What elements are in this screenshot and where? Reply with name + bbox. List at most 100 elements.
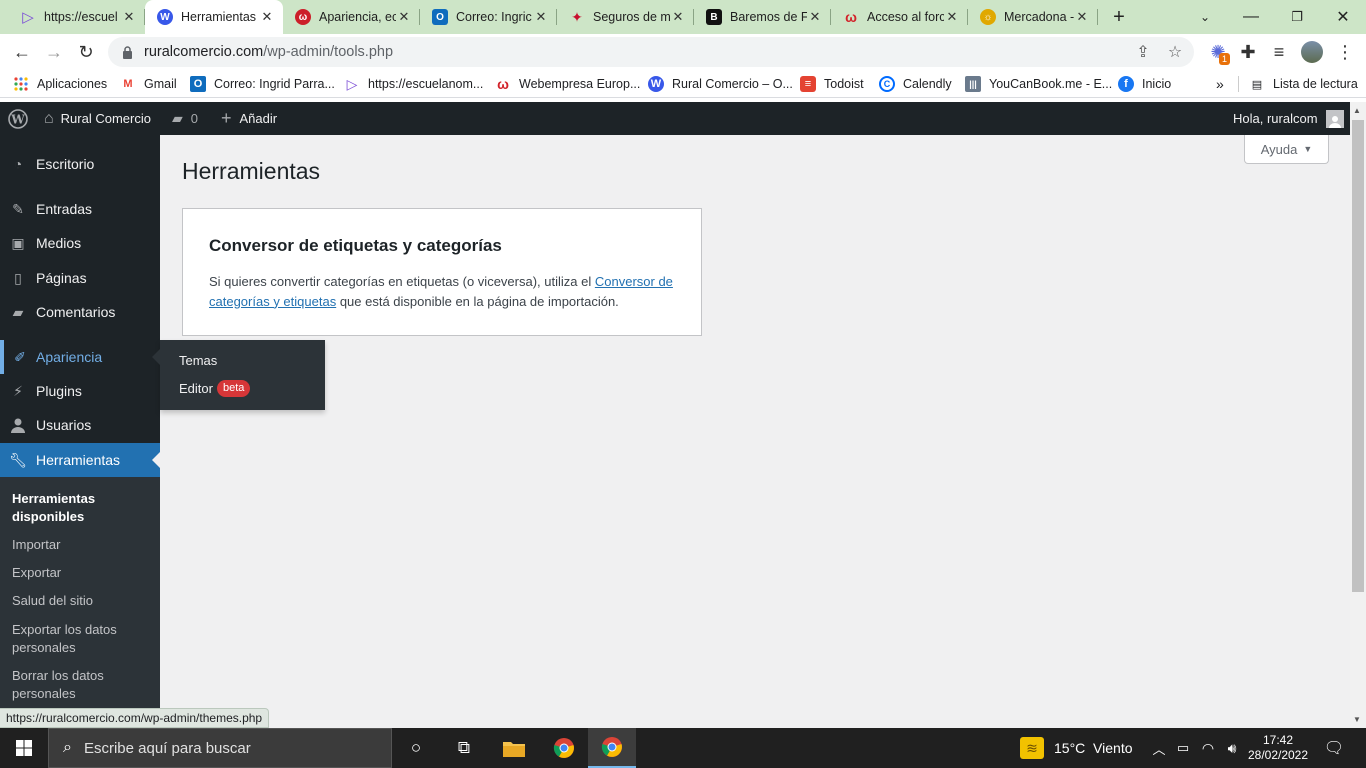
submenu-borrar-datos[interactable]: Borrar los datos personales [12,667,132,703]
flyout-temas[interactable]: Temas [179,353,217,368]
forward-icon[interactable]: → [39,37,69,67]
menu-item-entradas[interactable]: ✎ Entradas [0,192,160,226]
tab-mercadona[interactable]: ☼ Mercadona - ✕ [968,0,1098,34]
todoist-icon: ≡ [800,76,816,92]
back-icon[interactable]: ← [7,37,37,67]
pushpin-icon: ✎ [12,200,24,217]
menu-kebab-icon[interactable]: ⋮ [1330,37,1360,67]
main-content: Ayuda ▼ Herramientas Conversor de etique… [160,135,1350,728]
play-icon: ▷ [22,9,34,26]
flyout-editor[interactable]: Editor beta [179,380,251,397]
tab-correo[interactable]: O Correo: Ingric ✕ [420,0,557,34]
page-scrollbar[interactable]: ▲ ▼ [1350,102,1366,728]
help-button[interactable]: Ayuda ▼ [1244,135,1329,164]
bookmark-apps[interactable]: Aplicaciones [13,74,107,94]
menu-item-medios[interactable]: ▣ Medios [0,226,160,260]
bookmarks-overflow-icon[interactable]: » [1216,74,1224,94]
windows-start-icon[interactable] [0,728,48,768]
scroll-thumb[interactable] [1352,120,1364,592]
bookmark-gmail[interactable]: M Gmail [120,74,176,94]
close-window-icon[interactable]: ✕ [1320,0,1366,34]
menu-item-herramientas[interactable]: 🔧︎ Herramientas [0,443,160,477]
tab-escuela[interactable]: ▷ https://escuel ✕ [8,0,145,34]
minimize-icon[interactable]: — [1228,0,1274,34]
media-control-icon[interactable]: ≡ [1264,37,1294,67]
site-name-link[interactable]: ⌂ Rural Comercio [44,102,151,135]
bookmark-webempresa[interactable]: ω Webempresa Europ... [495,74,640,94]
address-bar[interactable]: ruralcomercio.com/wp-admin/tools.php ⇪ ☆ [108,37,1194,67]
dashboard-icon: ◔ [13,156,23,172]
taskbar-search-box[interactable]: ⌕ Escribe aquí para buscar [48,728,392,768]
close-icon[interactable]: ✕ [1074,9,1090,25]
tab-apariencia[interactable]: ω Apariencia, ec ✕ [283,0,420,34]
close-icon[interactable]: ✕ [533,9,549,25]
bookmark-escuela[interactable]: ▷ https://escuelanom... [344,74,484,94]
lock-icon[interactable] [120,45,134,59]
close-icon[interactable]: ✕ [396,9,412,25]
tab-seguros[interactable]: ✦ Seguros de m ✕ [557,0,694,34]
comments-link[interactable]: ▰ 0 [172,102,198,135]
submenu-exportar-datos[interactable]: Exportar los datos personales [12,621,142,657]
bookmark-todoist[interactable]: ≡ Todoist [800,74,864,94]
puzzle-icon[interactable]: ✚ [1233,37,1263,67]
bookmark-calendly[interactable]: C Calendly [879,74,952,94]
submenu-salud-sitio[interactable]: Salud del sitio [12,592,93,610]
reload-icon[interactable]: ↻ [71,37,101,67]
tab-title: Mercadona - [1004,10,1074,24]
menu-item-usuarios[interactable]: Usuarios [0,408,160,442]
speaker-icon[interactable]: 🔊︎ [1220,728,1244,768]
webempresa-icon: ω [845,9,857,25]
restore-icon[interactable]: ❐ [1274,0,1320,34]
gmail-icon: M [123,78,133,90]
chrome-icon[interactable] [540,728,588,768]
status-url-bubble: https://ruralcomercio.com/wp-admin/theme… [0,708,270,728]
comment-icon: ▰ [12,303,24,320]
notifications-icon[interactable]: 🗨︎ [1312,728,1356,768]
bookmark-reading-list[interactable]: ▤ Lista de lectura [1249,74,1358,94]
close-icon[interactable]: ✕ [121,9,137,25]
battery-icon[interactable]: ▭ [1172,728,1194,768]
bookmark-rural-comercio[interactable]: W Rural Comercio – O... [648,74,793,94]
extension-icon[interactable]: ✺ 1 [1203,37,1233,67]
menu-item-escritorio[interactable]: ◔ Escritorio [0,147,160,181]
tab-baremos[interactable]: B Baremos de F ✕ [694,0,831,34]
cortana-icon[interactable]: ○ [392,728,440,768]
bookmark-correo[interactable]: O Correo: Ingrid Parra... [190,74,335,94]
menu-item-plugins[interactable]: ⚡ Plugins [0,374,160,408]
bookmark-inicio[interactable]: f Inicio [1118,74,1171,94]
file-explorer-icon[interactable] [490,728,538,768]
bookmark-youcanbook[interactable]: ||| YouCanBook.me - E... [965,74,1112,94]
chrome-active-icon[interactable] [588,728,636,768]
share-icon[interactable]: ⇪ [1128,37,1158,67]
my-account-link[interactable]: Hola, ruralcom [1233,102,1344,135]
close-icon[interactable]: ✕ [670,9,686,25]
wifi-icon[interactable]: ◠ [1196,728,1220,768]
browser-toolbar: ← → ↻ ruralcomercio.com/wp-admin/tools.p… [0,34,1366,70]
submenu-importar[interactable]: Importar [12,536,60,554]
close-icon[interactable]: ✕ [807,9,823,25]
star-icon[interactable]: ☆ [1160,37,1190,67]
menu-item-apariencia[interactable]: ✐ Apariencia [0,340,160,374]
close-icon[interactable]: ✕ [259,9,275,25]
weather-widget[interactable]: ≋ 15°C Viento [1020,728,1150,768]
card-description: Si quieres convertir categorías en etiqu… [209,274,673,309]
close-icon[interactable]: ✕ [944,9,960,25]
appearance-flyout: Temas Editor beta [152,340,325,410]
clock[interactable]: 17:42 28/02/2022 [1248,728,1308,768]
new-content-link[interactable]: + Añadir [221,102,277,135]
submenu-exportar[interactable]: Exportar [12,564,61,582]
tab-herramientas[interactable]: W Herramientas ✕ [145,0,283,34]
menu-item-comentarios[interactable]: ▰ Comentarios [0,295,160,329]
task-view-icon[interactable]: ⧉ [440,728,488,768]
menu-item-paginas[interactable]: ▯ Páginas [0,261,160,295]
scroll-down-icon[interactable]: ▼ [1353,715,1361,724]
scroll-up-icon[interactable]: ▲ [1353,106,1361,115]
submenu-herramientas-disponibles[interactable]: Herramientas disponibles [12,490,152,526]
tab-search-chevron-icon[interactable]: ⌄ [1182,0,1228,34]
mercadona-icon: ☼ [980,9,996,25]
tray-chevron-up-icon[interactable]: ︿ [1148,728,1170,768]
new-tab-icon[interactable]: + [1096,0,1142,34]
profile-avatar[interactable] [1297,37,1327,67]
tab-acceso[interactable]: ω Acceso al forc ✕ [831,0,968,34]
wordpress-logo-icon[interactable]: W [6,102,30,135]
